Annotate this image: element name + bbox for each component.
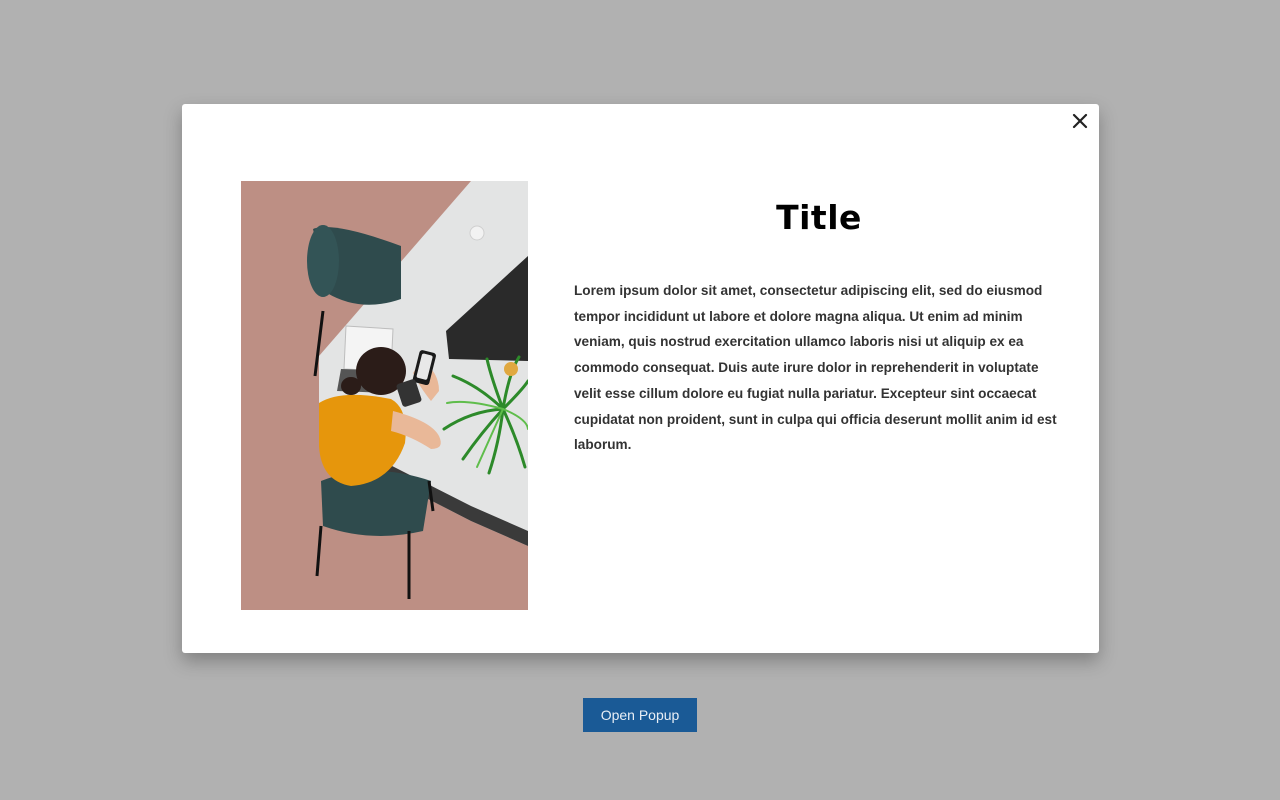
- modal-image: [241, 181, 528, 610]
- open-popup-button[interactable]: Open Popup: [583, 698, 697, 732]
- close-icon: [1072, 113, 1088, 129]
- page-backdrop: Title Lorem ipsum dolor sit amet, consec…: [0, 0, 1280, 800]
- modal-content: Title Lorem ipsum dolor sit amet, consec…: [574, 198, 1064, 458]
- modal-body-text: Lorem ipsum dolor sit amet, consectetur …: [574, 283, 1057, 453]
- popup-modal: Title Lorem ipsum dolor sit amet, consec…: [182, 104, 1099, 653]
- close-button[interactable]: [1071, 112, 1089, 130]
- modal-title: Title: [776, 198, 862, 237]
